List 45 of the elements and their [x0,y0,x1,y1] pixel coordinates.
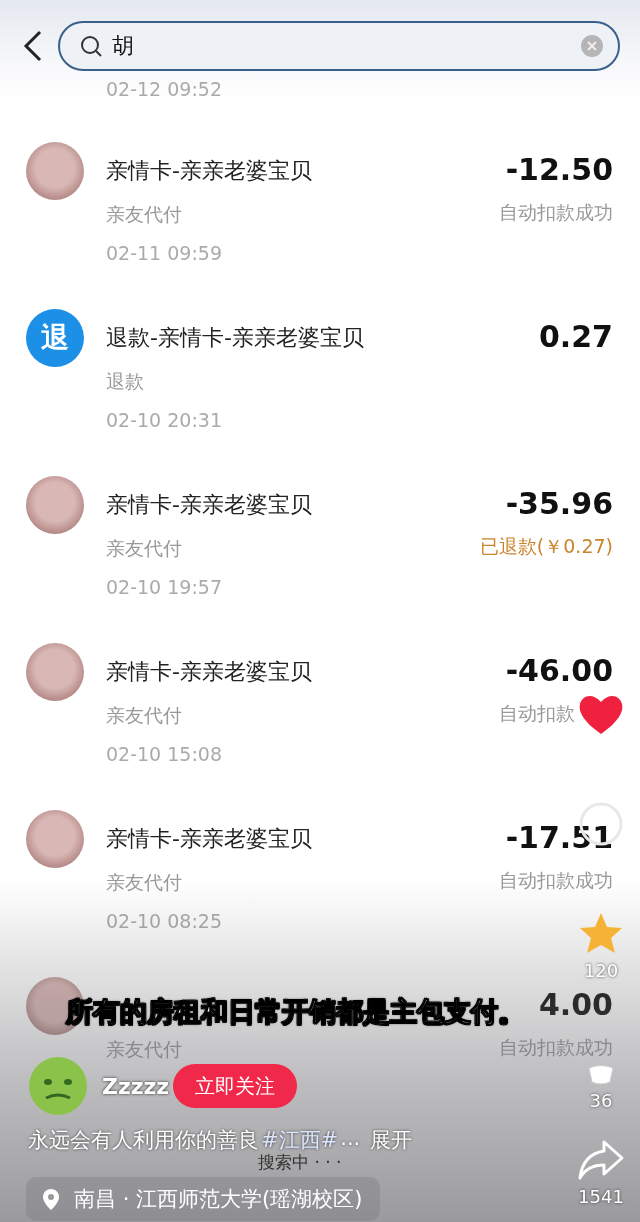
amount: 4.00 [538,987,613,1023]
video-caption: 永远会有人利用你的善良 [28,1127,259,1154]
transaction-time: 02-10 20:31 [106,408,222,433]
payment-method: 亲友代付 [106,703,182,728]
transaction-title[interactable]: 亲情卡-亲亲老婆宝贝 [106,657,312,687]
action-count: 1541 [578,1186,624,1207]
action-count: 120 [583,960,619,981]
transaction-status: 自动扣款 [499,701,576,726]
avatar [26,476,84,534]
transaction-status: 自动扣款成功 [499,1035,613,1060]
follow-button[interactable]: 立即关注 [173,1064,298,1108]
location-pin-icon [42,1187,60,1211]
avatar [26,643,84,701]
transaction-time: 02-10 08:25 [106,909,222,934]
amount: 0.27 [538,319,613,355]
amount: -35.96 [505,486,613,522]
search-icon [80,35,102,57]
transaction-time: 02-10 19:57 [106,575,222,600]
transaction-title[interactable]: 亲情卡-亲亲老婆宝贝 [106,156,312,186]
search-status: 搜索中 · · · [258,1151,342,1174]
payment-method: 亲友代付 [106,870,182,895]
transaction-title[interactable]: 退款-亲情卡-亲亲老婆宝贝 [106,323,364,353]
transaction-status: 自动扣款成功 [499,200,613,225]
avatar [26,810,84,868]
amount: -46.00 [505,653,613,689]
search-text: 胡 [112,32,135,60]
author-avatar[interactable] [28,1056,88,1116]
transaction-time: 02-10 15:08 [106,742,222,767]
action-count: 36 [589,1090,613,1111]
payment-method: 退款 [106,369,144,394]
search-field[interactable]: 胡 [58,21,620,71]
transaction-time: 02-12 09:52 [105,78,223,100]
payment-method: 亲友代付 [106,202,182,227]
avatar [26,142,84,200]
payment-method: 亲友代付 [106,1037,182,1062]
transaction-status: 已退款(￥0.27) [479,534,613,559]
transaction-status: 自动扣款成功 [499,868,613,893]
amount: -12.50 [505,152,613,188]
caption-ellipsis: ... [340,1126,361,1152]
payment-method: 亲友代付 [106,536,182,561]
transaction-title[interactable]: 亲情卡-亲亲老婆宝贝 [106,824,312,854]
video-subtitle: 所有的房租和日常开销都是主包支付。 [66,995,525,1029]
transaction-title[interactable]: 亲情卡-亲亲老婆宝贝 [106,490,312,520]
refund-badge: 退 [26,309,84,367]
transaction-time: 02-11 09:59 [106,241,222,266]
